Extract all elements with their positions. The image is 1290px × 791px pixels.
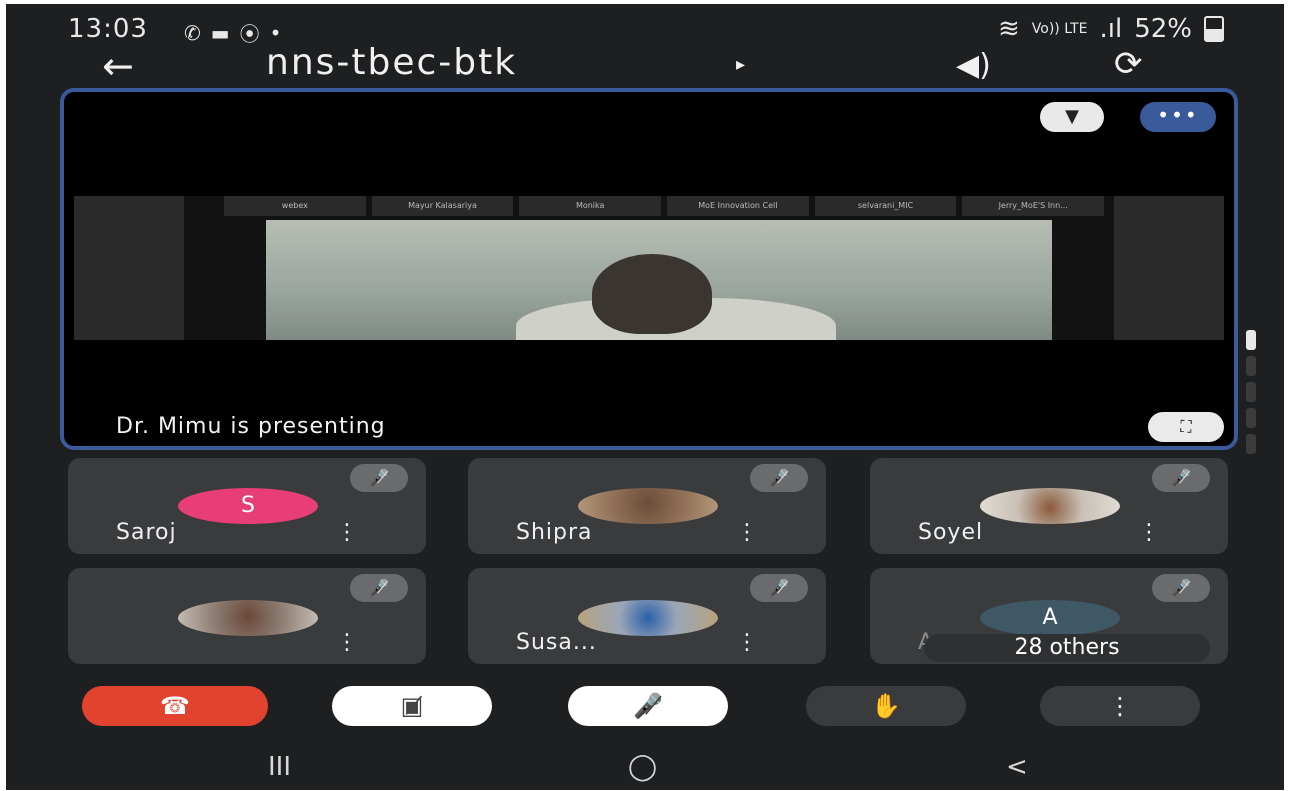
- shared-right-panel: [1114, 196, 1224, 340]
- presenting-label: Dr. Mimu is presenting: [116, 414, 386, 439]
- shared-tab: Jerry_MoE'S Inn...: [962, 196, 1105, 216]
- avatar: [980, 488, 1120, 524]
- avatar: [178, 600, 318, 636]
- page-indicator-active: [1246, 330, 1256, 350]
- page-indicator-dot: [1246, 434, 1256, 454]
- raise-hand-button[interactable]: ✋: [806, 686, 966, 726]
- battery-icon: [1204, 16, 1224, 42]
- meeting-title[interactable]: nns-tbec-btk: [266, 42, 517, 83]
- mic-muted-icon: 🎤̸: [750, 574, 808, 602]
- speaker-icon[interactable]: ◀): [956, 48, 991, 83]
- mic-muted-icon: 🎤̸: [1152, 574, 1210, 602]
- others-count-button[interactable]: 28 others: [924, 634, 1210, 662]
- wifi-icon: ≋: [997, 14, 1020, 44]
- signal-icon: .ıl: [1099, 14, 1123, 44]
- shared-screen: webex Mayur Kalasariya Monika MoE Innova…: [74, 196, 1224, 340]
- participant-tile[interactable]: 🎤̸ Susa... ⋮: [468, 568, 826, 664]
- video-toggle-button[interactable]: ▣̸: [332, 686, 492, 726]
- shared-tab: Mayur Kalasariya: [371, 196, 514, 216]
- presentation-stage[interactable]: ▼ ••• webex Mayur Kalasariya Monika MoE …: [60, 88, 1238, 450]
- participant-tile[interactable]: 🎤̸ Soyel ⋮: [870, 458, 1228, 554]
- more-vertical-icon: ⋮: [1108, 692, 1132, 720]
- participant-menu-icon[interactable]: ⋮: [336, 630, 358, 655]
- shared-tab: webex: [224, 196, 366, 216]
- mic-muted-icon: 🎤̸: [350, 464, 408, 492]
- raise-hand-icon: ✋: [871, 692, 901, 720]
- participant-name: Saroj: [116, 520, 177, 545]
- avatar: A: [980, 600, 1120, 636]
- participant-menu-icon[interactable]: ⋮: [1138, 520, 1160, 545]
- mic-off-icon: 🎤̸: [633, 692, 663, 720]
- participant-name: Shipra: [516, 520, 593, 545]
- video-call-icon: ▬: [210, 20, 230, 45]
- participant-tile[interactable]: 🎤̸ A An... 28 others: [870, 568, 1228, 664]
- more-options-button[interactable]: ⋮: [1040, 686, 1200, 726]
- presenter-video: [266, 220, 1052, 340]
- shared-tab: Monika: [519, 196, 662, 216]
- recording-icon: ⦿: [239, 22, 260, 46]
- status-time: 13:03: [68, 14, 148, 44]
- mic-toggle-button[interactable]: 🎤̸: [568, 686, 728, 726]
- shared-participant-tabs: webex Mayur Kalasariya Monika MoE Innova…: [224, 196, 1105, 216]
- pin-icon[interactable]: ▼: [1040, 102, 1104, 132]
- back-arrow-icon[interactable]: ←: [102, 44, 134, 88]
- presenter-head: [592, 254, 712, 334]
- page-indicator-dot: [1246, 382, 1256, 402]
- end-call-icon: ☎: [160, 692, 190, 720]
- participant-menu-icon[interactable]: ⋮: [736, 630, 758, 655]
- back-nav-button[interactable]: <: [1006, 752, 1028, 782]
- participant-menu-icon[interactable]: ⋮: [736, 520, 758, 545]
- video-off-icon: ▣̸: [400, 692, 424, 720]
- title-caret-icon[interactable]: ▸: [736, 54, 745, 75]
- participant-menu-icon[interactable]: ⋮: [336, 520, 358, 545]
- mic-muted-icon: 🎤̸: [750, 464, 808, 492]
- battery-percent: 52%: [1134, 14, 1192, 44]
- shared-left-panel: [74, 196, 184, 340]
- dot-icon: •: [269, 20, 282, 45]
- participant-name: Soyel: [918, 520, 984, 545]
- participant-tile[interactable]: 🎤̸ Shipra ⋮: [468, 458, 826, 554]
- phone-screen: 13:03 ✆ ▬ ⦿ • ≋ Vo)) LTE .ıl 52% ← nns-t…: [6, 4, 1284, 790]
- page-indicator-dot: [1246, 408, 1256, 428]
- avatar: [578, 600, 718, 636]
- page-indicator-dot: [1246, 356, 1256, 376]
- volte-label: Vo)) LTE: [1031, 21, 1088, 37]
- status-right-icons: ≋ Vo)) LTE .ıl 52%: [998, 14, 1224, 44]
- mic-muted-icon: 🎤̸: [350, 574, 408, 602]
- participant-tile[interactable]: 🎤̸ ⋮: [68, 568, 426, 664]
- avatar: S: [178, 488, 318, 524]
- more-dots-icon[interactable]: •••: [1140, 102, 1216, 132]
- participant-tile[interactable]: 🎤̸ S Saroj ⋮: [68, 458, 426, 554]
- recents-nav-button[interactable]: III: [268, 752, 291, 782]
- switch-camera-icon[interactable]: ⟳: [1114, 44, 1143, 84]
- avatar: [578, 488, 718, 524]
- fullscreen-icon[interactable]: ⛶: [1148, 412, 1224, 442]
- whatsapp-icon: ✆: [184, 20, 201, 45]
- page-indicator[interactable]: [1246, 330, 1258, 454]
- end-call-button[interactable]: ☎: [82, 686, 268, 726]
- shared-tab: selvarani_MIC: [814, 196, 957, 216]
- participant-name: Susa...: [516, 630, 597, 655]
- shared-tab: MoE Innovation Cell: [667, 196, 809, 216]
- home-nav-button[interactable]: ◯: [628, 752, 657, 782]
- mic-muted-icon: 🎤̸: [1152, 464, 1210, 492]
